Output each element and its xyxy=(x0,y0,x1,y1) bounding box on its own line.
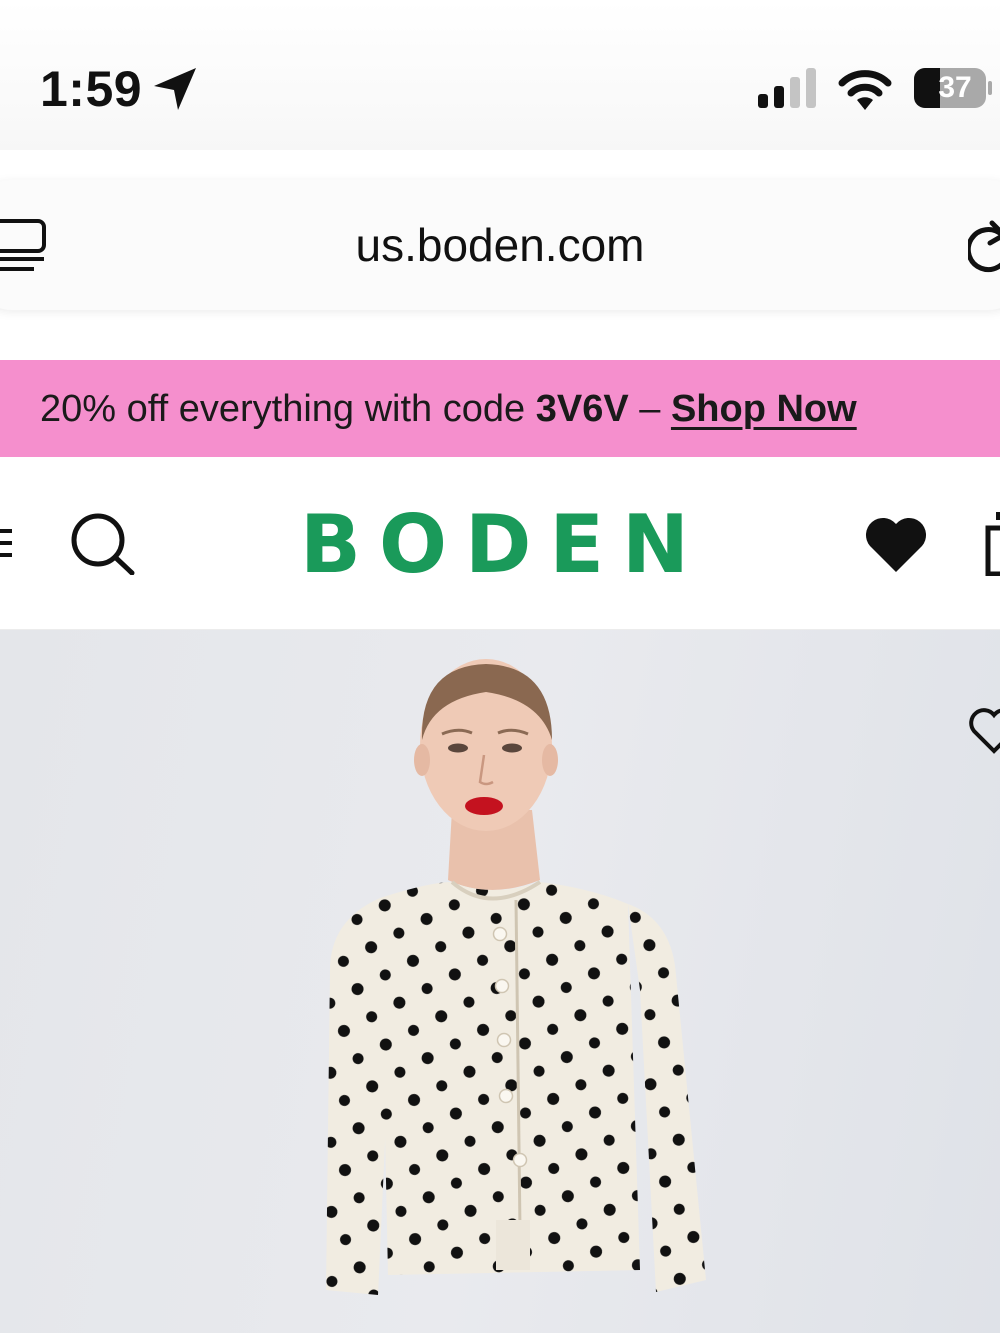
page: 1:59 37 us.boden.com 20% off everything … xyxy=(0,0,1000,1333)
url-text[interactable]: us.boden.com xyxy=(250,218,750,272)
wifi-icon xyxy=(838,70,892,110)
reload-icon[interactable] xyxy=(968,215,1000,275)
boden-logo[interactable]: BODEN xyxy=(300,498,700,591)
status-time: 1:59 xyxy=(40,61,143,117)
battery-level: 37 xyxy=(938,71,972,104)
bag-icon[interactable] xyxy=(984,510,1000,576)
hero-image[interactable] xyxy=(0,630,1000,1333)
model-photo xyxy=(326,659,706,1295)
tabs-icon[interactable] xyxy=(0,215,50,275)
menu-icon[interactable] xyxy=(0,527,16,559)
promo-text: 20% off everything with code 3V6V – Shop… xyxy=(40,388,857,431)
promo-prefix: 20% off everything with code xyxy=(40,388,536,430)
shop-now-link[interactable]: Shop Now xyxy=(671,388,857,430)
search-icon[interactable] xyxy=(70,513,136,575)
wishlist-heart-icon[interactable] xyxy=(968,705,1000,755)
location-arrow-icon xyxy=(154,68,196,110)
promo-code: 3V6V xyxy=(535,388,629,430)
heart-icon[interactable] xyxy=(864,516,928,574)
cellular-signal-icon xyxy=(758,68,816,108)
promo-separator: – xyxy=(628,388,671,430)
